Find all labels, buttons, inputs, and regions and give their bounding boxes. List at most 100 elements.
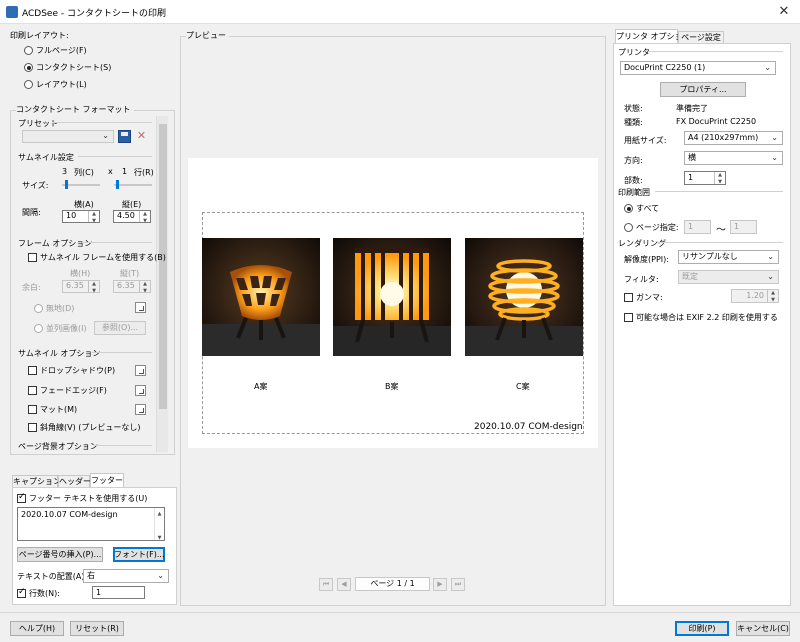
spin-icon[interactable]: ▲ ▼: [767, 290, 778, 303]
close-icon[interactable]: ✕: [772, 2, 796, 22]
tile-image-radio[interactable]: 並列画像(I): [34, 323, 87, 334]
text-align-label: テキストの配置(A):: [17, 572, 88, 581]
next-page-icon[interactable]: ▶: [433, 578, 447, 591]
orientation-dropdown[interactable]: 横 ⌄: [684, 151, 783, 165]
tab-printer-options[interactable]: プリンタ オプション: [615, 29, 691, 44]
spin-icon[interactable]: ▲ ▼: [139, 281, 150, 294]
thumbnail-a[interactable]: [202, 238, 320, 356]
print-button[interactable]: 印刷(P): [675, 621, 729, 636]
gamma-checkbox[interactable]: ガンマ:: [624, 292, 663, 303]
spin-icon[interactable]: ▲ ▼: [139, 211, 150, 224]
printer-name: DocuPrint C2250 (1): [624, 63, 706, 72]
cancel-button[interactable]: キャンセル(C): [736, 621, 790, 636]
spin-icon[interactable]: ▲ ▼: [88, 281, 99, 294]
checkbox-icon: [28, 405, 37, 414]
gamma-input[interactable]: 1.20 ▲ ▼: [731, 289, 779, 303]
page-indicator: ページ 1 / 1: [355, 577, 430, 591]
layout-contactsheet-radio[interactable]: コンタクトシート(S): [24, 62, 111, 73]
copies-input[interactable]: 1 ▲ ▼: [684, 171, 726, 185]
preset-dropdown[interactable]: ⌄: [22, 130, 114, 143]
horizontal-label: 横(A): [74, 200, 94, 209]
thumbnail-b[interactable]: [333, 238, 451, 356]
matte-settings-box[interactable]: [135, 404, 146, 415]
bevel-checkbox[interactable]: 斜角線(V) (プレビューなし): [28, 422, 141, 433]
save-icon[interactable]: [118, 130, 131, 143]
chevron-down-icon: ⌄: [157, 571, 164, 580]
rendering-label: レンダリング: [618, 239, 666, 248]
reset-button[interactable]: リセット(R): [70, 621, 124, 636]
textarea-scrollbar[interactable]: ▲ ▼: [154, 508, 164, 541]
insert-page-number-button[interactable]: ページ番号の挿入(P)...: [17, 547, 103, 562]
range-from-input[interactable]: 1: [684, 220, 711, 234]
paper-size-label: 用紙サイズ:: [624, 136, 667, 145]
range-tilde: 〜: [716, 225, 726, 236]
divider: [92, 352, 152, 353]
footer-text-area[interactable]: 2020.10.07 COM-design ▲ ▼: [17, 507, 165, 541]
divider: [82, 242, 152, 243]
rows-slider-thumb[interactable]: [116, 180, 119, 189]
range-to-input[interactable]: 1: [730, 220, 757, 234]
paper-size-dropdown[interactable]: A4 (210x297mm) ⌄: [684, 131, 783, 145]
fade-edge-checkbox[interactable]: フェードエッジ(F): [28, 385, 107, 396]
caption-c: C案: [516, 382, 530, 391]
type-value: FX DocuPrint C2250: [676, 117, 757, 126]
prev-page-icon[interactable]: ◀: [337, 578, 351, 591]
radio-icon: [24, 63, 33, 72]
filter-dropdown[interactable]: 既定 ⌄: [678, 270, 779, 284]
fade-settings-box[interactable]: [135, 385, 146, 396]
use-footer-checkbox[interactable]: フッター テキストを使用する(U): [17, 492, 147, 504]
chevron-down-icon: ⌄: [771, 133, 778, 142]
frame-options-label: フレーム オプション: [18, 239, 93, 248]
margin-v-label: 縦(T): [120, 269, 140, 278]
resolution-label: 解像度(PPI):: [624, 255, 669, 264]
help-button[interactable]: ヘルプ(H): [10, 621, 64, 636]
resolution-dropdown[interactable]: リサンプルなし ⌄: [678, 250, 779, 264]
margin-h-label: 横(H): [70, 269, 91, 278]
printer-dropdown[interactable]: DocuPrint C2250 (1) ⌄: [620, 61, 776, 75]
cols-value: 3: [62, 167, 68, 176]
thumbnail-c[interactable]: [465, 238, 583, 356]
range-pages-radio[interactable]: ページ指定:: [624, 222, 679, 233]
properties-button[interactable]: プロパティ...: [660, 82, 746, 97]
margin-h-input[interactable]: 6.35 ▲ ▼: [62, 280, 100, 294]
vertical-spacing-input[interactable]: 4.50 ▲ ▼: [113, 210, 151, 224]
checkbox-icon: [624, 293, 633, 302]
margin-v-input[interactable]: 6.35 ▲ ▼: [113, 280, 151, 294]
cols-slider-thumb[interactable]: [65, 180, 68, 189]
printer-label: プリンタ: [618, 48, 650, 57]
horizontal-spacing-input[interactable]: 10 ▲ ▼: [62, 210, 100, 224]
last-page-icon[interactable]: ⏭: [451, 578, 465, 591]
use-thumb-frame-checkbox[interactable]: サムネイル フレームを使用する(B): [28, 252, 166, 263]
format-scrollbar[interactable]: [156, 116, 168, 452]
thumbnail-settings-label: サムネイル設定: [18, 153, 74, 162]
browse-button[interactable]: 参照(O)...: [94, 321, 146, 335]
delete-icon[interactable]: ✕: [135, 130, 148, 143]
print-layout-label: 印刷レイアウト:: [10, 31, 69, 40]
layout-layout-radio[interactable]: レイアウト(L): [24, 79, 87, 90]
preview-footer-text: 2020.10.07 COM-design: [474, 422, 583, 432]
scrollbar-thumb[interactable]: [159, 124, 167, 409]
lines-checkbox[interactable]: 行数(N):: [17, 587, 60, 599]
first-page-icon[interactable]: ⏮: [319, 578, 333, 591]
layout-fullpage-radio[interactable]: フルページ(F): [24, 45, 87, 56]
plain-radio[interactable]: 無地(D): [34, 303, 74, 314]
rows-slider[interactable]: [114, 184, 152, 186]
lines-input[interactable]: 1: [92, 586, 145, 599]
checkbox-icon: [17, 492, 26, 503]
status-label: 状態:: [624, 104, 643, 113]
drop-shadow-checkbox[interactable]: ドロップシャドウ(P): [28, 365, 115, 376]
font-button[interactable]: フォント(F)...: [113, 547, 165, 562]
divider: [52, 122, 152, 123]
range-all-radio[interactable]: すべて: [624, 203, 659, 214]
spin-icon[interactable]: ▲ ▼: [88, 211, 99, 224]
shadow-settings-box[interactable]: [135, 365, 146, 376]
spin-icon[interactable]: ▲ ▼: [714, 172, 725, 185]
gamma-value: 1.20: [746, 291, 764, 300]
vertical-spacing-value: 4.50: [117, 211, 135, 220]
color-picker-box[interactable]: [135, 302, 146, 313]
margin-h-value: 6.35: [66, 281, 84, 290]
exif-checkbox[interactable]: 可能な場合は EXIF 2.2 印刷を使用する: [624, 312, 778, 323]
matte-checkbox[interactable]: マット(M): [28, 404, 77, 415]
text-align-dropdown[interactable]: 右 ⌄: [83, 569, 169, 583]
tab-footer[interactable]: フッター: [90, 473, 124, 488]
